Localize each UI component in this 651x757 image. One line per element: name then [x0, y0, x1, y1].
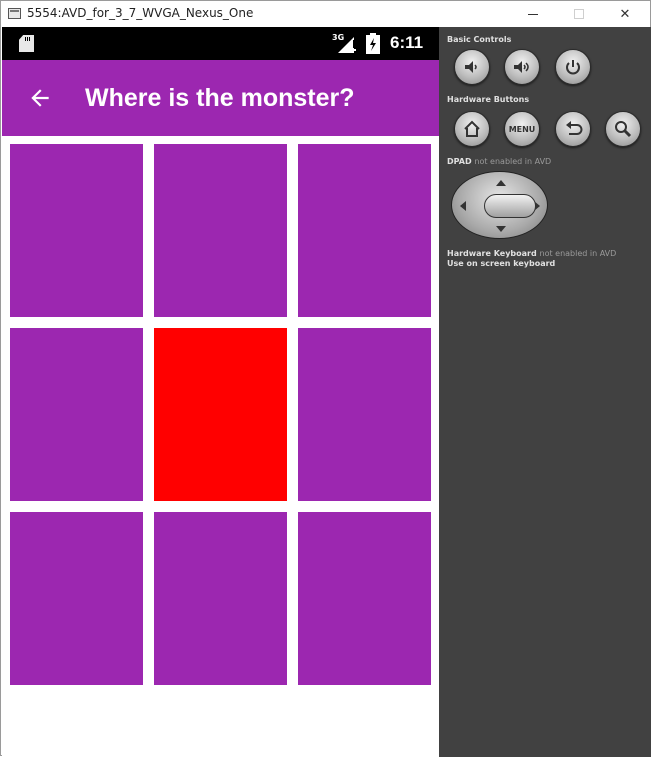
search-icon — [615, 121, 632, 138]
dpad-center-button[interactable] — [484, 194, 536, 218]
close-icon: ✕ — [619, 6, 631, 22]
grid-cell-monster[interactable] — [154, 328, 287, 501]
keyboard-label-text: Hardware Keyboard — [447, 249, 537, 258]
grid-cell[interactable] — [154, 512, 287, 685]
back-hardware-button[interactable] — [555, 111, 591, 147]
dpad-left-icon — [460, 201, 466, 211]
dpad-note: not enabled in AVD — [474, 157, 552, 166]
dpad-label: DPAD not enabled in AVD — [447, 157, 551, 166]
page-title: Where is the monster? — [85, 84, 355, 112]
grid-cell[interactable] — [298, 512, 431, 685]
grid-cell[interactable] — [10, 512, 143, 685]
volume-down-icon — [465, 61, 477, 73]
close-button[interactable]: ✕ — [602, 1, 648, 27]
window-titlebar[interactable]: 5554:AVD_for_3_7_WVGA_Nexus_One ✕ — [1, 1, 650, 27]
grid-cell[interactable] — [298, 328, 431, 501]
dpad-down-icon — [496, 226, 506, 232]
keyboard-note: not enabled in AVD — [539, 249, 617, 258]
sd-card-icon — [19, 35, 34, 52]
emulator-controls-panel: Basic Controls Hardware Buttons MENU DPA… — [439, 27, 651, 757]
minimize-icon — [528, 13, 538, 15]
dpad[interactable] — [451, 171, 548, 239]
maximize-button[interactable] — [556, 1, 602, 27]
grid-cell[interactable] — [10, 144, 143, 317]
volume-up-icon — [514, 61, 529, 73]
back-icon — [566, 121, 583, 135]
menu-button[interactable]: MENU — [504, 111, 540, 147]
volume-up-button[interactable] — [504, 49, 540, 85]
power-icon — [566, 60, 580, 75]
grid-cell[interactable] — [298, 144, 431, 317]
maximize-icon — [574, 9, 584, 19]
power-button[interactable] — [555, 49, 591, 85]
emulator-app-icon — [8, 8, 21, 19]
status-clock: 6:11 — [390, 33, 424, 52]
keyboard-hint: Use on screen keyboard — [447, 259, 556, 268]
keyboard-label: Hardware Keyboard not enabled in AVD — [447, 249, 616, 258]
signal-icon — [338, 37, 356, 53]
app-bar: Where is the monster? — [2, 60, 439, 136]
status-bar: 3G 6:11 — [2, 27, 439, 60]
window-title: 5554:AVD_for_3_7_WVGA_Nexus_One — [27, 6, 254, 20]
home-button[interactable] — [454, 111, 490, 147]
arrow-back-icon — [31, 89, 49, 107]
phone-screen: 3G 6:11 Where is the monster? — [2, 27, 439, 756]
dpad-up-icon — [496, 180, 506, 186]
search-button[interactable] — [605, 111, 641, 147]
hardware-buttons-label: Hardware Buttons — [447, 95, 530, 104]
grid-cell[interactable] — [154, 144, 287, 317]
home-icon — [464, 120, 480, 137]
emulator-window: 5554:AVD_for_3_7_WVGA_Nexus_One ✕ 3G 6:1… — [0, 0, 651, 757]
grid-cell[interactable] — [10, 328, 143, 501]
minimize-button[interactable] — [510, 1, 556, 27]
volume-down-button[interactable] — [454, 49, 490, 85]
battery-icon — [366, 33, 380, 54]
basic-controls-label: Basic Controls — [447, 35, 512, 44]
menu-button-label: MENU — [508, 124, 536, 134]
back-button[interactable] — [24, 82, 56, 114]
dpad-label-text: DPAD — [447, 157, 472, 166]
